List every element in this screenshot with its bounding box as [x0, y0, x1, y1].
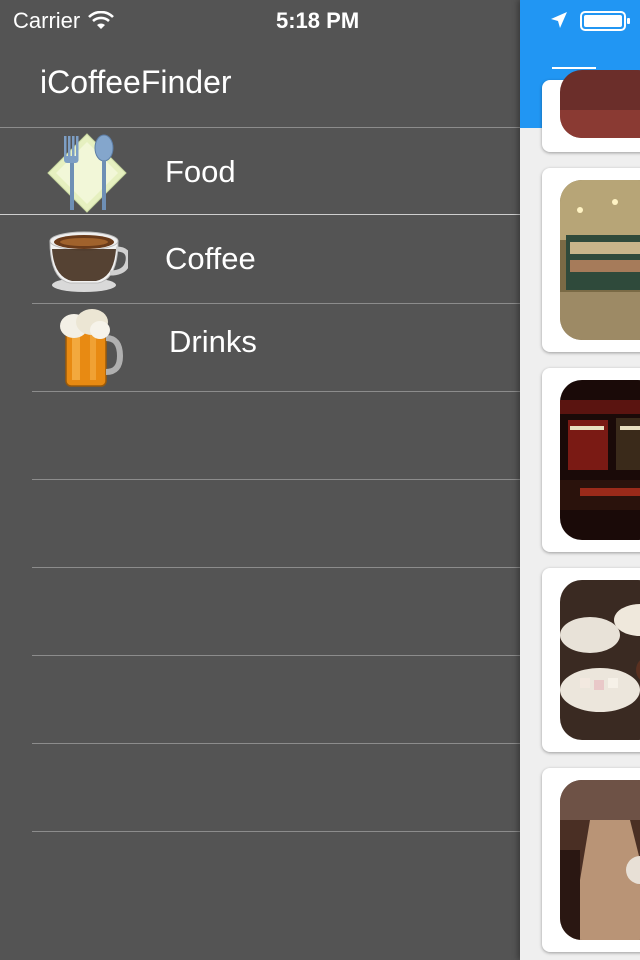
place-thumbnail [560, 180, 640, 340]
menu-item-label: Food [165, 154, 236, 189]
empty-menu-row [32, 743, 520, 831]
screen: Carrier 5:18 PM iCoffeeFinder Food Coffe… [0, 0, 640, 960]
place-thumbnail [560, 780, 640, 940]
place-card[interactable] [542, 168, 640, 352]
empty-menu-row [32, 479, 520, 567]
place-card[interactable] [542, 568, 640, 752]
empty-menu-row [32, 391, 520, 479]
carrier-label: Carrier [13, 8, 81, 33]
empty-menu-row [32, 567, 520, 655]
beer-mug-icon [60, 309, 124, 387]
place-card[interactable] [542, 768, 640, 952]
wifi-icon [88, 11, 115, 29]
place-thumbnail [560, 380, 640, 540]
menu-item-coffee[interactable]: Coffee [32, 215, 520, 303]
menu-item-food[interactable]: Food [0, 127, 520, 215]
menu-item-drinks[interactable]: Drinks [32, 303, 520, 391]
location-arrow-icon [551, 12, 567, 28]
cutlery-icon [47, 133, 127, 213]
empty-menu-row [32, 655, 520, 743]
menu-item-label: Drinks [169, 324, 257, 359]
coffee-cup-icon [49, 231, 128, 292]
empty-menu-row [32, 831, 520, 919]
status-bar: Carrier 5:18 PM [0, 0, 520, 40]
place-card[interactable] [542, 70, 640, 152]
place-thumbnail [560, 70, 640, 138]
carrier-indicator: Carrier [13, 8, 115, 34]
app-title: iCoffeeFinder [40, 64, 232, 100]
place-card[interactable] [542, 368, 640, 552]
place-thumbnail [560, 580, 640, 740]
side-menu: Food Coffee Drinks [0, 127, 520, 919]
main-content-panel[interactable] [520, 0, 640, 960]
status-time: 5:18 PM [276, 8, 360, 33]
menu-item-label: Coffee [165, 241, 256, 276]
battery-icon [580, 11, 630, 31]
